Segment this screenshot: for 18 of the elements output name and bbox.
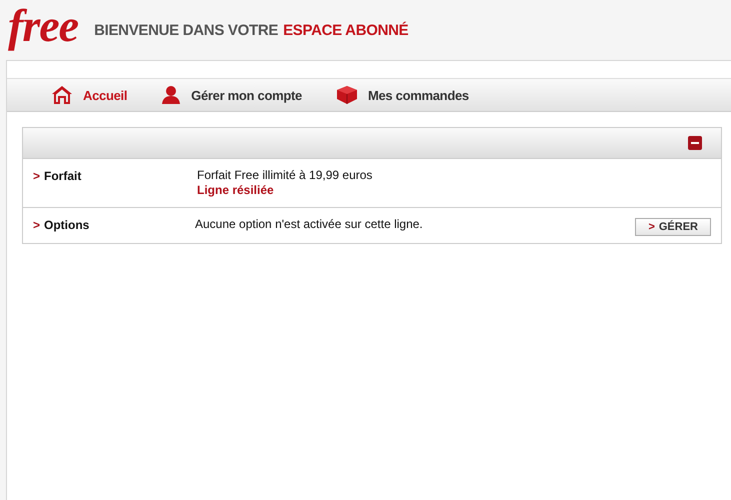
person-icon <box>161 85 182 105</box>
row-value: Forfait Free illimité à 19,99 euros <box>197 168 374 183</box>
nav-link[interactable]: Gérer mon compte <box>161 85 302 105</box>
status-text: Ligne résiliée <box>197 183 275 198</box>
chevron-marker: > <box>33 218 40 232</box>
row-label: Forfait <box>44 169 82 183</box>
chevron-marker: > <box>33 169 40 183</box>
manage-button[interactable]: > GÉRER <box>635 218 711 236</box>
page-title-highlight: ESPACE ABONNÉ <box>283 22 408 38</box>
page-title: BIENVENUE DANS VOTRE <box>94 22 278 38</box>
row-value: Aucune option n'est activée sur cette ligne. <box>195 217 424 232</box>
row-label: Options <box>44 218 90 232</box>
collapse-icon[interactable] <box>688 136 702 150</box>
nav-link[interactable]: Mes commandes <box>336 85 469 105</box>
box-icon <box>336 85 358 105</box>
home-icon <box>51 85 73 105</box>
nav-link[interactable]: Accueil <box>51 85 128 105</box>
logo: free <box>8 3 78 49</box>
